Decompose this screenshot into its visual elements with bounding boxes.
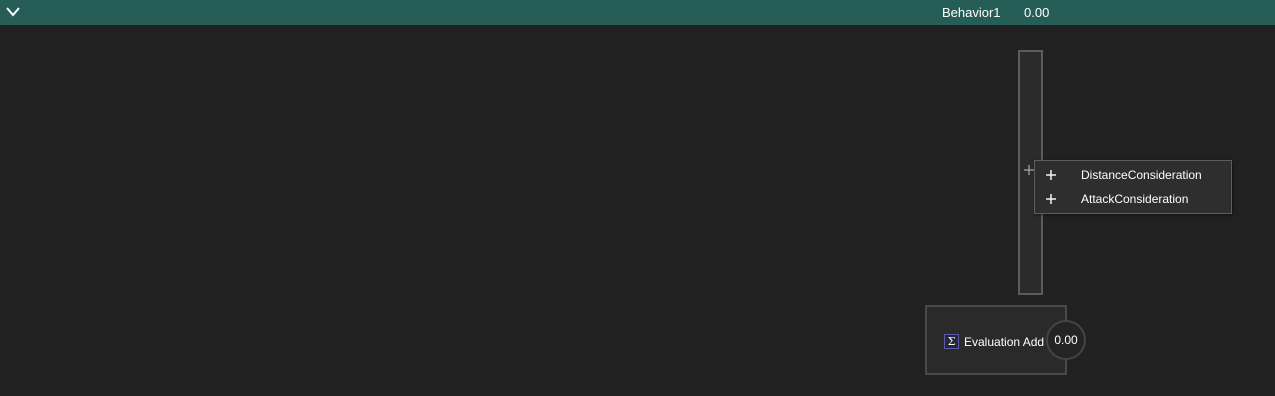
add-consideration-menu: DistanceConsideration AttackConsideratio…	[1034, 160, 1232, 214]
chevron-down-icon[interactable]	[5, 4, 21, 20]
evaluation-output-port[interactable]: 0.00	[1046, 320, 1086, 360]
evaluation-node-label: Evaluation Add	[964, 335, 1045, 349]
behavior-title: Behavior1	[942, 5, 1001, 20]
evaluation-output-value: 0.00	[1054, 333, 1078, 347]
sigma-icon: Σ	[944, 334, 959, 349]
menu-item-label: DistanceConsideration	[1081, 168, 1202, 182]
behavior-header: Behavior1 0.00	[0, 0, 1275, 25]
menu-item-label: AttackConsideration	[1081, 192, 1189, 206]
behavior-score: 0.00	[1024, 5, 1050, 20]
plus-icon	[1046, 194, 1056, 204]
menu-item-attack-consideration[interactable]: AttackConsideration	[1035, 187, 1231, 211]
plus-icon	[1046, 170, 1056, 180]
menu-item-distance-consideration[interactable]: DistanceConsideration	[1035, 163, 1231, 187]
